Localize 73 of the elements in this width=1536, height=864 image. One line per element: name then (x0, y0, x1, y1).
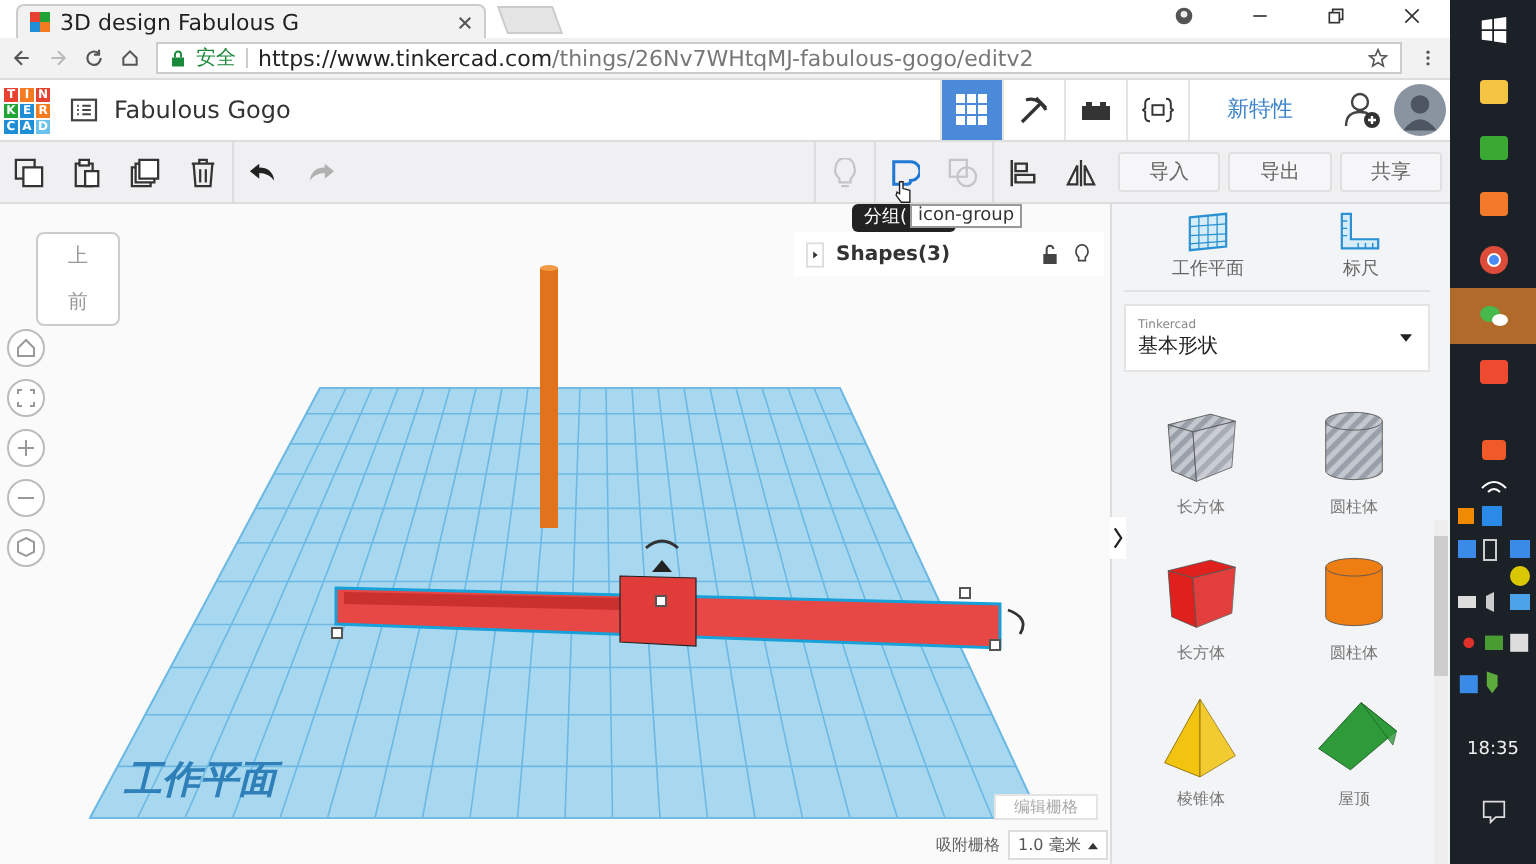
zoom-in-icon[interactable] (6, 428, 46, 468)
braces-icon (1142, 94, 1174, 126)
star-icon[interactable] (1368, 48, 1388, 68)
lock-icon (170, 49, 186, 67)
collapse-panel-icon[interactable] (1110, 514, 1126, 562)
avatar-icon[interactable] (1394, 84, 1446, 136)
grid-icon (956, 94, 988, 126)
perspective-icon[interactable] (6, 528, 46, 568)
expand-icon[interactable] (806, 241, 824, 267)
cylinder-shape[interactable]: 圆柱体 (1277, 400, 1430, 518)
hover-hint: icon-group (910, 204, 1023, 228)
list-icon[interactable] (70, 98, 98, 122)
box-shape[interactable]: 长方体 (1124, 400, 1277, 518)
scrollbar[interactable] (1434, 520, 1448, 864)
whats-new-link[interactable]: 新特性 (1188, 80, 1330, 140)
roof-shape[interactable]: 屋顶 (1277, 692, 1430, 810)
box-shape[interactable]: 长方体 (1124, 546, 1277, 664)
dropdown-caret-icon (1400, 334, 1412, 342)
home-view-icon[interactable] (6, 328, 46, 368)
toolbar-button[interactable]: 导入 (1118, 152, 1221, 192)
cylinder-shape[interactable]: 圆柱体 (1277, 546, 1430, 664)
toolbar-button[interactable]: 共享 (1339, 152, 1442, 192)
hand-cursor-icon (894, 180, 912, 204)
shapes-panel[interactable]: Shapes(3) (794, 232, 1104, 276)
shapes-title: Shapes(3) (836, 243, 951, 265)
mirror-icon (1066, 157, 1096, 187)
folder-app-icon (1477, 76, 1509, 108)
duplicate-icon (130, 157, 160, 187)
fit-view-icon[interactable] (6, 378, 46, 418)
group-icon (890, 157, 920, 187)
clock: 18:35 (1467, 740, 1519, 760)
letter-c-square-app-icon (1477, 356, 1509, 388)
windows-start-icon[interactable] (1479, 16, 1507, 44)
unlock-icon[interactable] (1040, 244, 1060, 264)
address-field[interactable]: 安全 https://www.tinkercad.com/things/26Nv7WHtqMJ-fabulous-gogo/editv2 (156, 42, 1402, 74)
pyramid-shape[interactable]: 棱锥体 (1124, 692, 1277, 810)
letter-p-app-icon (1477, 188, 1509, 220)
letter-c-app-icon (1477, 132, 1509, 164)
pickaxe-icon (1018, 94, 1050, 126)
design-name[interactable]: Fabulous Gogo (114, 96, 291, 124)
ruler-tool[interactable]: 标尺 (1338, 212, 1383, 282)
workplane-tool[interactable]: 工作平面 (1171, 212, 1244, 282)
ruler-icon (1338, 212, 1383, 252)
bulb-icon (830, 157, 860, 187)
tinkercad-favicon-icon (30, 12, 50, 32)
add-user-icon[interactable] (1342, 90, 1382, 130)
close-tab-icon[interactable] (458, 15, 472, 29)
reload-icon[interactable] (84, 48, 104, 68)
grid-plane-icon (1185, 212, 1230, 252)
profile-icon[interactable] (1174, 5, 1194, 25)
browser-tab[interactable]: 3D design Fabulous G (16, 4, 486, 38)
align-icon (1008, 157, 1038, 187)
toolbar-button[interactable]: 导出 (1228, 152, 1332, 192)
home-icon[interactable] (120, 48, 140, 68)
caret-icon (1088, 841, 1099, 849)
grid-view-button[interactable] (940, 80, 1002, 140)
lightbulb-icon[interactable] (1072, 244, 1092, 264)
scrollbar-thumb[interactable] (1434, 536, 1448, 676)
notification-icon[interactable] (1481, 800, 1505, 824)
delete-icon (188, 157, 218, 187)
selected-bars[interactable] (331, 575, 1002, 651)
chat-app-icon (1477, 300, 1509, 332)
snap-grid-label: 吸附栅格 (936, 834, 1000, 856)
back-icon[interactable] (12, 48, 32, 68)
restore-icon[interactable] (1326, 5, 1346, 25)
tab-title: 3D design Fabulous G (60, 9, 301, 35)
paste-icon (72, 157, 102, 187)
copy-icon (14, 157, 44, 187)
snap-grid-select[interactable]: 1.0 毫米 (1008, 830, 1109, 860)
view-cube[interactable]: 上 前 (36, 232, 120, 326)
ungroup-icon (948, 157, 978, 187)
close-icon[interactable] (1402, 5, 1422, 25)
chrome-app-icon (1477, 244, 1509, 276)
